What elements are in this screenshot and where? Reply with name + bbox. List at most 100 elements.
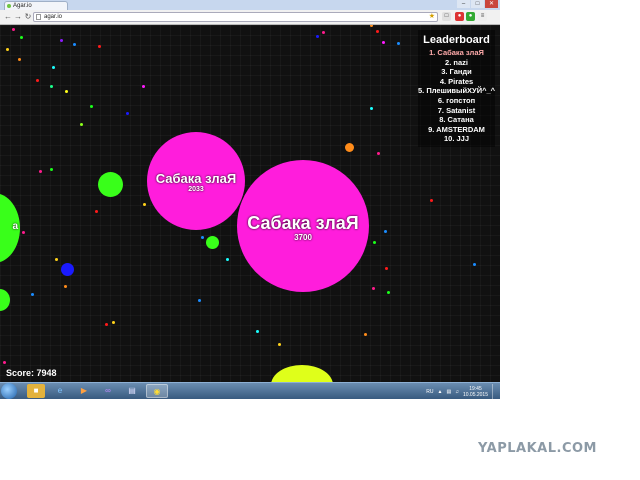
food-pellet (198, 299, 201, 302)
food-pellet (143, 203, 146, 206)
food-pellet (22, 231, 25, 234)
food-pellet (50, 168, 53, 171)
player-cell-name: Сабака злаЯ (247, 213, 359, 233)
food-pellet (112, 321, 115, 324)
food-pellet (201, 236, 204, 239)
food-pellet (6, 48, 9, 51)
maximize-button[interactable]: □ (471, 0, 484, 8)
food-pellet (36, 79, 39, 82)
food-pellet (473, 263, 476, 266)
food-pellet (50, 85, 53, 88)
visual-studio-icon[interactable]: ∞ (99, 384, 117, 398)
food-pellet (95, 210, 98, 213)
browser-tab[interactable]: Agar.io (4, 1, 68, 10)
volume-icon[interactable]: ♫ (455, 389, 459, 395)
clock[interactable]: 19:45 10.05.2015 (463, 386, 488, 398)
food-pellet (377, 152, 380, 155)
player-cell-small: Сабака злаЯ 2033 (147, 132, 245, 230)
food-pellet (372, 287, 375, 290)
leaderboard-entry: 9. AMSTERDAM (428, 124, 485, 134)
reload-icon[interactable]: ↻ (23, 12, 33, 22)
blue-cell (61, 263, 74, 276)
orange-cell (345, 143, 354, 152)
back-arrow-icon[interactable]: ← (3, 12, 13, 22)
green-cell: a (0, 193, 20, 263)
extension-page-icon[interactable]: □ (442, 12, 451, 21)
leaderboard-entry: 5. ПлешивыйХУЙ^_^ (418, 86, 495, 96)
network-icon[interactable]: ▤ (446, 389, 451, 395)
food-pellet (382, 41, 385, 44)
address-bar[interactable]: agar.io ★ (33, 12, 438, 22)
food-pellet (73, 43, 76, 46)
green-cell-label: a (12, 221, 18, 232)
adblock-icon[interactable]: ● (455, 12, 464, 21)
page-icon (36, 14, 41, 20)
bookmark-star-icon[interactable]: ★ (429, 13, 435, 21)
minimize-button[interactable]: – (457, 0, 470, 8)
food-pellet (12, 28, 15, 31)
tray-arrow-icon[interactable]: ▲ (438, 389, 443, 395)
media-player-icon[interactable]: ▶ (75, 384, 93, 398)
leaderboard-title: Leaderboard (423, 34, 490, 46)
food-pellet (18, 58, 21, 61)
food-pellet (60, 39, 63, 42)
food-pellet (373, 241, 376, 244)
screenshot-frame: Agar.io – □ ✕ ← → ↻ agar.io ★ □ ● ● ≡ a … (0, 0, 500, 399)
leaderboard-panel: Leaderboard 1. Сабака злаЯ 2. nazi 3. Га… (418, 30, 495, 147)
food-pellet (226, 258, 229, 261)
agario-favicon-icon (7, 4, 11, 8)
close-window-button[interactable]: ✕ (485, 0, 498, 8)
language-indicator[interactable]: RU (426, 389, 433, 395)
extension-green-icon[interactable]: ● (466, 12, 475, 21)
food-pellet (142, 85, 145, 88)
tab-title: Agar.io (13, 3, 32, 9)
notepad-icon[interactable]: ▤ (123, 384, 141, 398)
food-pellet (316, 35, 319, 38)
food-pellet (370, 107, 373, 110)
player-cell-name: Сабака злаЯ (155, 171, 237, 186)
food-pellet (20, 36, 23, 39)
browser-toolbar: ← → ↻ agar.io ★ □ ● ● ≡ (0, 10, 500, 25)
show-desktop-button[interactable] (492, 384, 497, 399)
food-pellet (80, 123, 83, 126)
food-pellet (256, 330, 259, 333)
green-cell (98, 172, 123, 197)
food-pellet (370, 25, 373, 27)
food-pellet (278, 343, 281, 346)
food-pellet (322, 31, 325, 34)
address-bar-url: agar.io (44, 14, 63, 20)
leaderboard-entry: 3. Ганди (441, 67, 472, 77)
site-watermark: YAPLAKAL.COM (478, 441, 597, 456)
clock-date: 10.05.2015 (462, 391, 488, 398)
windows-taskbar: ■ e ▶ ∞ ▤ ◉ RU ▲ ▤ ♫ 19:45 10.05.2015 (0, 382, 500, 399)
food-pellet (3, 361, 6, 364)
food-pellet (126, 112, 129, 115)
food-pellet (90, 105, 93, 108)
forward-arrow-icon[interactable]: → (13, 12, 23, 22)
window-controls: – □ ✕ (457, 0, 498, 9)
settings-menu-icon[interactable]: ≡ (478, 12, 487, 21)
food-pellet (55, 258, 58, 261)
food-pellet (39, 170, 42, 173)
food-pellet (387, 291, 390, 294)
leaderboard-entry: 7. Satanist (437, 105, 476, 115)
leaderboard-entry: 2. nazi (445, 57, 468, 67)
green-cell (206, 236, 219, 249)
score-display: Score: 7948 (6, 368, 57, 378)
player-cell-mass: 3700 (294, 233, 312, 242)
food-pellet (98, 45, 101, 48)
windows-start-icon[interactable] (1, 383, 17, 399)
explorer-folder-icon[interactable]: ■ (27, 384, 45, 398)
leaderboard-entry: 1. Сабака злаЯ (429, 48, 484, 57)
food-pellet (384, 230, 387, 233)
system-tray: RU ▲ ▤ ♫ 19:45 10.05.2015 (426, 383, 497, 399)
leaderboard-entry: 10. JJJ (443, 134, 470, 144)
chrome-icon[interactable]: ◉ (146, 384, 168, 398)
green-cell (0, 289, 10, 311)
leaderboard-entry: 6. гопстоп (437, 95, 476, 105)
internet-explorer-icon[interactable]: e (51, 384, 69, 398)
game-canvas[interactable]: a Сабака злаЯ 2033 Сабака злаЯ 3700 Lead… (0, 25, 500, 382)
yellow-cell (271, 365, 333, 382)
browser-tab-strip: Agar.io – □ ✕ (0, 0, 500, 10)
food-pellet (105, 323, 108, 326)
